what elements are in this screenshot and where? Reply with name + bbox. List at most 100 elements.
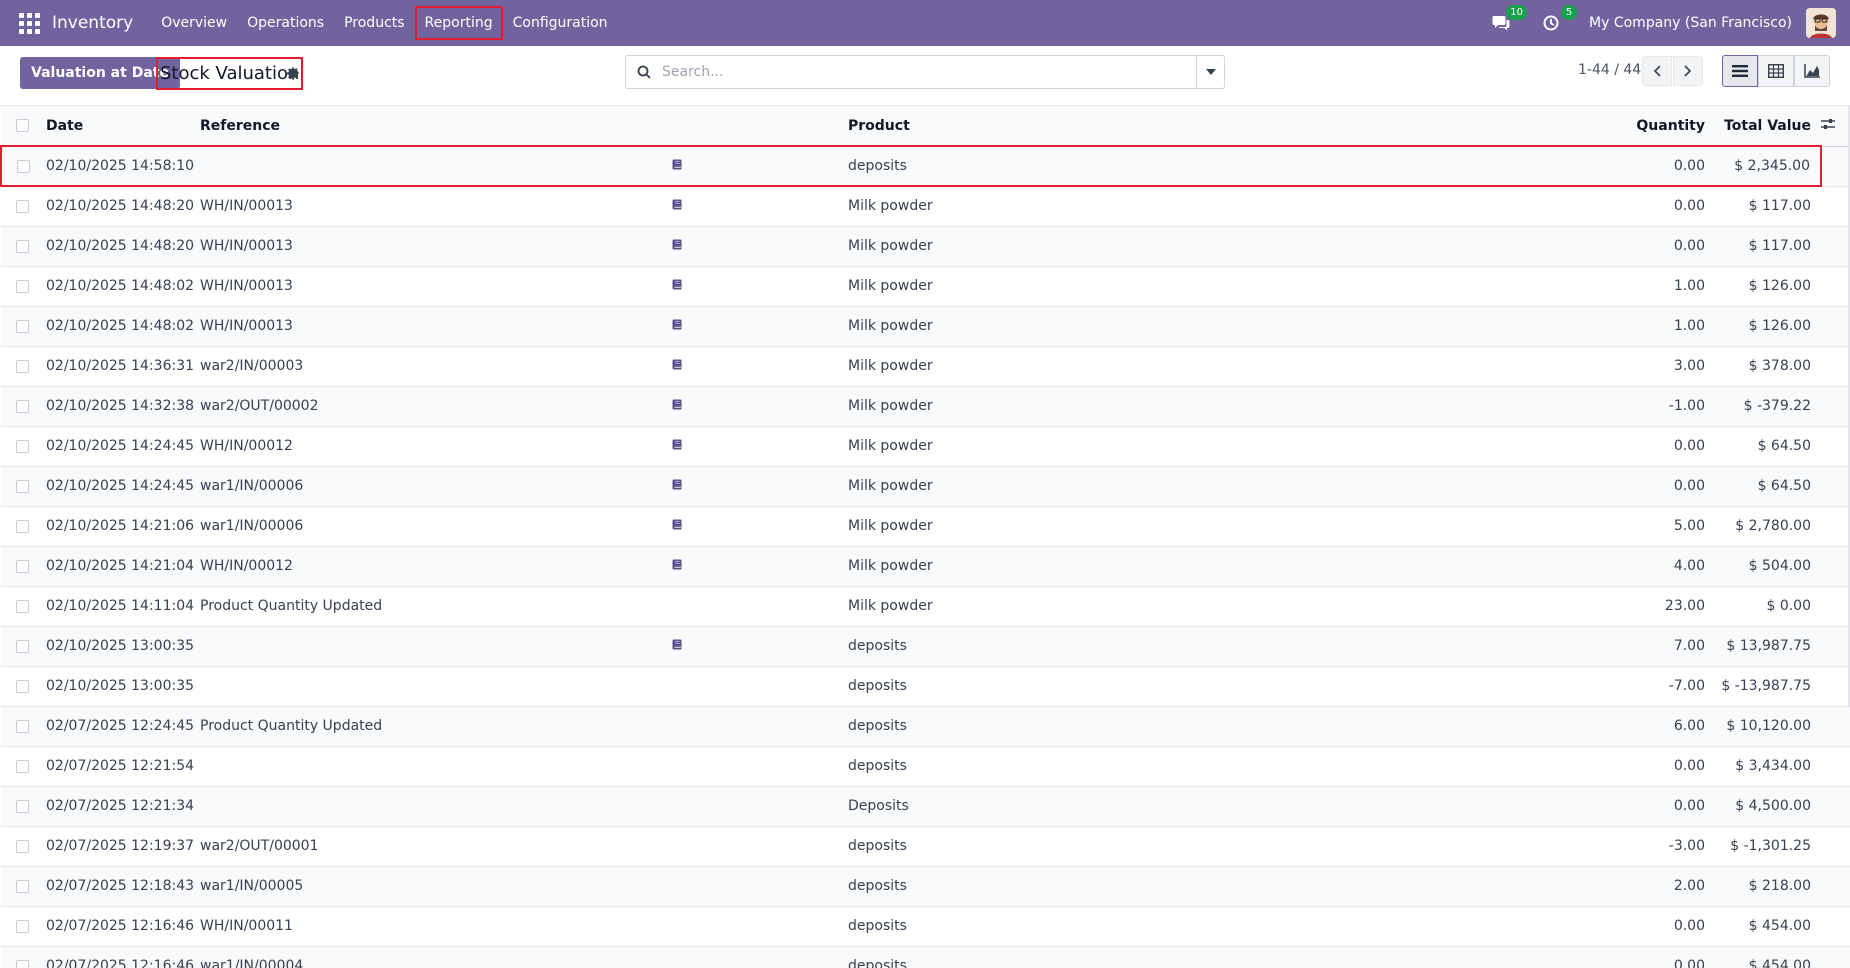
book-icon[interactable]	[672, 278, 683, 294]
menu-overview[interactable]: Overview	[151, 6, 237, 40]
cell-document	[672, 906, 848, 947]
column-header-reference[interactable]: Reference	[200, 106, 672, 147]
row-checkbox[interactable]	[16, 919, 29, 933]
row-checkbox[interactable]	[16, 559, 29, 573]
book-icon[interactable]	[672, 158, 683, 174]
table-row[interactable]: 02/10/2025 14:32:38 war2/OUT/00002 Milk po…	[1, 386, 1850, 427]
cell-spacer	[1821, 386, 1850, 427]
chat-icon[interactable]: 10	[1489, 5, 1528, 35]
column-header-document	[672, 106, 848, 147]
table-row[interactable]: 02/10/2025 14:21:04 WH/IN/00012 Milk powde…	[1, 546, 1850, 587]
cell-product: Milk powder	[848, 266, 1548, 307]
row-checkbox[interactable]	[16, 319, 29, 333]
column-header-total-value[interactable]: Total Value	[1705, 106, 1821, 147]
cell-date: 02/10/2025 14:48:20	[46, 186, 200, 227]
pager-previous-button[interactable]	[1642, 56, 1672, 86]
company-switcher[interactable]: My Company (San Francisco)	[1589, 15, 1792, 31]
column-header-product[interactable]: Product	[848, 106, 1548, 147]
row-checkbox[interactable]	[16, 519, 29, 533]
table-row[interactable]: 02/10/2025 13:00:35 deposits -7.00 $ -13,98…	[1, 666, 1850, 707]
row-select-cell	[1, 426, 46, 467]
column-header-date[interactable]: Date	[46, 106, 200, 147]
row-checkbox[interactable]	[17, 159, 30, 173]
table-row[interactable]: 02/07/2025 12:21:54 deposits 0.00 $ 3,434.0…	[1, 746, 1850, 787]
row-checkbox[interactable]	[16, 199, 29, 213]
book-icon[interactable]	[672, 638, 683, 654]
row-select-cell	[1, 546, 46, 587]
row-checkbox[interactable]	[16, 639, 29, 653]
search-options-toggle[interactable]	[1196, 56, 1224, 88]
row-checkbox[interactable]	[16, 799, 29, 813]
row-checkbox[interactable]	[16, 879, 29, 893]
list-view-button[interactable]	[1722, 55, 1758, 87]
table-row[interactable]: 02/10/2025 14:24:45 WH/IN/00012 Milk powde…	[1, 426, 1850, 467]
table-row[interactable]: 02/10/2025 14:48:20 WH/IN/00013 Milk powde…	[1, 186, 1850, 227]
chat-badge: 10	[1506, 5, 1528, 20]
book-icon[interactable]	[672, 478, 683, 494]
table-row[interactable]: 02/10/2025 14:48:20 WH/IN/00013 Milk powde…	[1, 226, 1850, 267]
book-icon[interactable]	[672, 398, 683, 414]
cell-reference	[200, 666, 672, 707]
book-icon[interactable]	[672, 438, 683, 454]
table-row[interactable]: 02/10/2025 14:21:06 war1/IN/00006 Milk pow…	[1, 506, 1850, 547]
column-settings-icon[interactable]	[1821, 118, 1835, 130]
table-row[interactable]: 02/07/2025 12:16:46 war1/IN/00004 deposits…	[1, 946, 1850, 968]
pivot-view-button[interactable]	[1758, 55, 1794, 87]
book-icon[interactable]	[672, 318, 683, 334]
table-row[interactable]: 02/10/2025 14:58:10 deposits 0.00 $ 2,345.0…	[0, 145, 1850, 187]
table-row[interactable]: 02/10/2025 14:48:02 WH/IN/00013 Milk powde…	[1, 266, 1850, 307]
select-all-checkbox[interactable]	[16, 119, 29, 132]
table-row[interactable]: 02/10/2025 14:48:02 WH/IN/00013 Milk powde…	[1, 306, 1850, 347]
menu-operations[interactable]: Operations	[237, 6, 334, 40]
area-chart-icon	[1804, 64, 1820, 78]
table-row[interactable]: 02/07/2025 12:24:45 Product Quantity Upda…	[1, 706, 1850, 747]
apps-menu-icon[interactable]	[16, 10, 42, 36]
menu-products[interactable]: Products	[334, 6, 414, 40]
book-icon[interactable]	[672, 198, 683, 214]
table-row[interactable]: 02/07/2025 12:18:43 war1/IN/00005 deposits…	[1, 866, 1850, 907]
row-checkbox[interactable]	[16, 679, 29, 693]
cell-total-value: $ 218.00	[1705, 866, 1821, 907]
table-row[interactable]: 02/10/2025 14:24:45 war1/IN/00006 Milk pow…	[1, 466, 1850, 507]
cell-total-value: $ 3,434.00	[1705, 746, 1821, 787]
table-row[interactable]: 02/10/2025 13:00:35 deposits 7.00 $ 13,987.…	[1, 626, 1850, 667]
table-row[interactable]: 02/07/2025 12:16:46 WH/IN/00011 deposits 0.…	[1, 906, 1850, 947]
cell-product: deposits	[848, 826, 1548, 867]
row-checkbox[interactable]	[16, 439, 29, 453]
activity-clock-icon[interactable]: 5	[1539, 5, 1578, 35]
search-input[interactable]	[662, 56, 1196, 88]
row-checkbox[interactable]	[16, 239, 29, 253]
pager-next-button[interactable]	[1673, 56, 1703, 86]
column-header-quantity[interactable]: Quantity	[1548, 106, 1705, 147]
book-icon[interactable]	[672, 358, 683, 374]
graph-view-button[interactable]	[1794, 55, 1830, 87]
menu-configuration[interactable]: Configuration	[503, 6, 618, 40]
user-avatar[interactable]	[1806, 8, 1836, 38]
row-checkbox[interactable]	[16, 279, 29, 293]
cell-reference: war2/OUT/00001	[200, 826, 672, 867]
table-row[interactable]: 02/07/2025 12:19:37 war2/OUT/00001 deposit…	[1, 826, 1850, 867]
app-title[interactable]: Inventory	[52, 13, 133, 33]
gear-icon[interactable]	[286, 66, 300, 80]
row-checkbox[interactable]	[16, 959, 29, 968]
row-checkbox[interactable]	[16, 359, 29, 373]
table-row[interactable]: 02/10/2025 14:11:04 Product Quantity Upda…	[1, 586, 1850, 627]
row-checkbox[interactable]	[16, 399, 29, 413]
row-checkbox[interactable]	[16, 759, 29, 773]
row-checkbox[interactable]	[16, 479, 29, 493]
valuation-at-date-button[interactable]: Valuation at Date	[20, 57, 180, 89]
table-row[interactable]: 02/07/2025 12:21:34 Deposits 0.00 $ 4,500.0…	[1, 786, 1850, 827]
row-checkbox[interactable]	[16, 719, 29, 733]
table-row[interactable]: 02/10/2025 14:36:31 war2/IN/00003 Milk pow…	[1, 346, 1850, 387]
book-icon[interactable]	[672, 238, 683, 254]
row-checkbox[interactable]	[16, 839, 29, 853]
row-select-cell	[1, 826, 46, 867]
cell-document	[672, 626, 848, 667]
cell-document	[672, 306, 848, 347]
cell-product: deposits	[848, 145, 1548, 187]
menu-reporting[interactable]: Reporting	[414, 6, 503, 40]
book-icon[interactable]	[672, 558, 683, 574]
pager-value[interactable]: 1-44 / 44	[1578, 62, 1641, 78]
book-icon[interactable]	[672, 518, 683, 534]
row-checkbox[interactable]	[16, 599, 29, 613]
